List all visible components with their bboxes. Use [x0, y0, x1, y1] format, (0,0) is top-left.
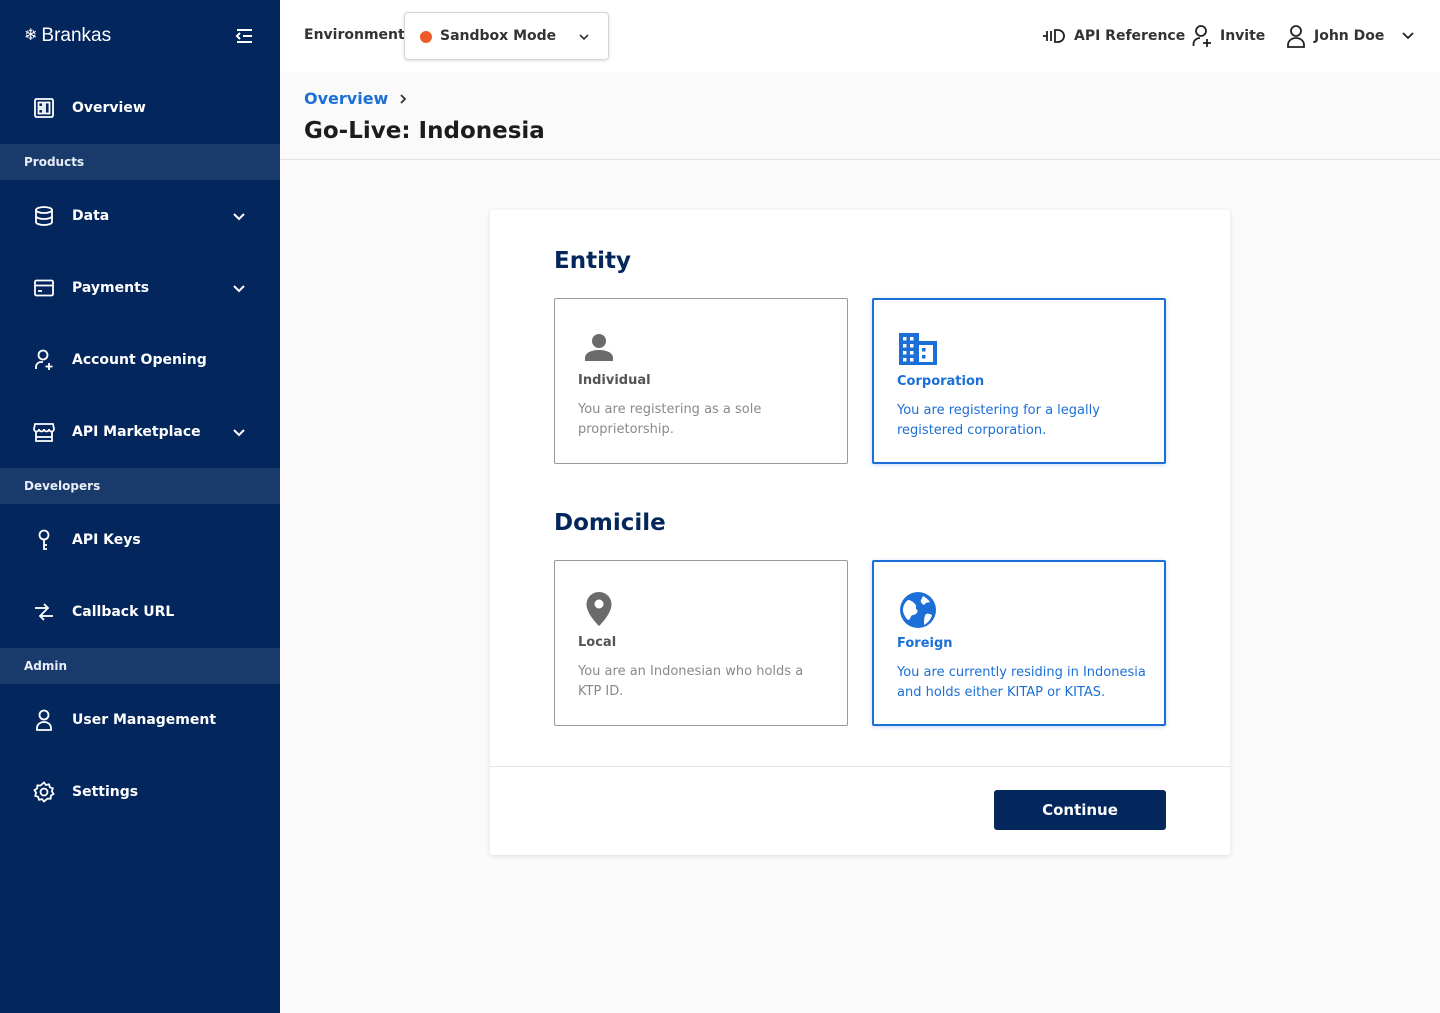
invite-button[interactable]: Invite [1192, 22, 1265, 50]
breadcrumb: Overview [304, 89, 410, 108]
chevron-down-icon [579, 34, 589, 41]
environment-value: Sandbox Mode [440, 28, 557, 44]
option-title: Corporation [897, 374, 985, 389]
sidebar-item-callback-url[interactable]: Callback URL [0, 576, 280, 648]
sidebar-item-label: User Management [72, 712, 217, 728]
option-description: You are an Indonesian who holds a KTP ID… [578, 664, 804, 699]
key-icon [32, 528, 56, 552]
brand-snowflake-icon: ❄ [24, 27, 38, 44]
sidebar-item-label: Account Opening [72, 352, 207, 368]
api-reference-label: API Reference [1074, 28, 1186, 44]
sidebar-item-label: Data [72, 208, 110, 224]
user-menu[interactable]: John Doe [1286, 22, 1416, 50]
chevron-down-icon[interactable] [230, 279, 248, 297]
section-products: Products [0, 144, 280, 180]
sidebar-item-overview[interactable]: Overview [0, 72, 280, 144]
sidebar-item-label: Payments [72, 280, 150, 296]
sidebar-item-label: Overview [72, 100, 146, 116]
domicile-option-local[interactable]: Local You are an Indonesian who holds a … [554, 560, 848, 726]
sidebar-item-data[interactable]: Data [0, 180, 280, 252]
sidebar-item-payments[interactable]: Payments [0, 252, 280, 324]
sidebar-item-label: Callback URL [72, 604, 175, 620]
callback-arrows-icon [32, 600, 56, 624]
sidebar-item-settings[interactable]: Settings [0, 756, 280, 828]
option-description: You are registering for a legally regist… [897, 403, 1100, 438]
option-title: Individual [578, 373, 651, 388]
building-icon [898, 328, 938, 368]
chevron-down-icon [1402, 32, 1415, 40]
person-icon [579, 327, 619, 367]
section-developers: Developers [0, 468, 280, 504]
globe-icon [898, 590, 938, 630]
breadcrumb-overview-link[interactable]: Overview [304, 89, 388, 108]
page-header: Overview Go-Live: Indonesia [280, 72, 1440, 160]
environment-select[interactable]: Sandbox Mode [404, 12, 609, 60]
option-title: Local [578, 635, 617, 650]
option-title: Foreign [897, 636, 953, 651]
api-plug-icon [1043, 29, 1065, 43]
user-icon [1287, 25, 1305, 48]
page-title: Go-Live: Indonesia [304, 118, 545, 144]
continue-button[interactable]: Continue [994, 790, 1166, 830]
domicile-option-foreign[interactable]: Foreign You are currently residing in In… [872, 560, 1166, 726]
add-user-icon [1192, 25, 1211, 47]
sidebar-item-api-keys[interactable]: API Keys [0, 504, 280, 576]
api-reference-link[interactable]: API Reference [1042, 22, 1185, 50]
brand-logo[interactable]: ❄ Brankas [24, 24, 111, 48]
user-name: John Doe [1314, 28, 1385, 44]
storefront-icon [32, 420, 56, 444]
go-live-form-card: Entity Individual You are registering as… [490, 210, 1230, 855]
sidebar: ❄ Brankas Overview Products Data Payment… [0, 0, 280, 1013]
database-icon [32, 204, 56, 228]
sidebar-item-api-marketplace[interactable]: API Marketplace [0, 396, 280, 468]
gear-icon [32, 780, 56, 804]
domicile-section-title: Domicile [554, 510, 666, 536]
chevron-down-icon[interactable] [230, 423, 248, 441]
brand-name: Brankas [41, 25, 112, 46]
sidebar-item-label: API Marketplace [72, 424, 201, 440]
section-admin: Admin [0, 648, 280, 684]
environment-label: Environment: [304, 27, 411, 43]
chevron-right-icon [400, 93, 407, 104]
dashboard-icon [32, 96, 56, 120]
sidebar-item-label: Settings [72, 784, 139, 800]
entity-section-title: Entity [554, 248, 631, 274]
card-divider [490, 766, 1230, 767]
entity-option-individual[interactable]: Individual You are registering as a sole… [554, 298, 848, 464]
sidebar-item-label: API Keys [72, 532, 141, 548]
card-icon [32, 276, 56, 300]
option-description: You are currently residing in Indonesia … [897, 665, 1146, 700]
add-user-icon [32, 348, 56, 372]
chevron-down-icon[interactable] [230, 207, 248, 225]
entity-option-corporation[interactable]: Corporation You are registering for a le… [872, 298, 1166, 464]
environment-status-dot [420, 31, 432, 43]
collapse-sidebar-icon[interactable] [232, 24, 256, 48]
sidebar-item-account-opening[interactable]: Account Opening [0, 324, 280, 396]
invite-label: Invite [1220, 28, 1266, 44]
location-pin-icon [579, 589, 619, 629]
user-icon [32, 708, 56, 732]
option-description: You are registering as a sole proprietor… [578, 402, 762, 437]
sidebar-item-user-management[interactable]: User Management [0, 684, 280, 756]
top-bar: Environment: Sandbox Mode API Reference … [280, 0, 1440, 72]
